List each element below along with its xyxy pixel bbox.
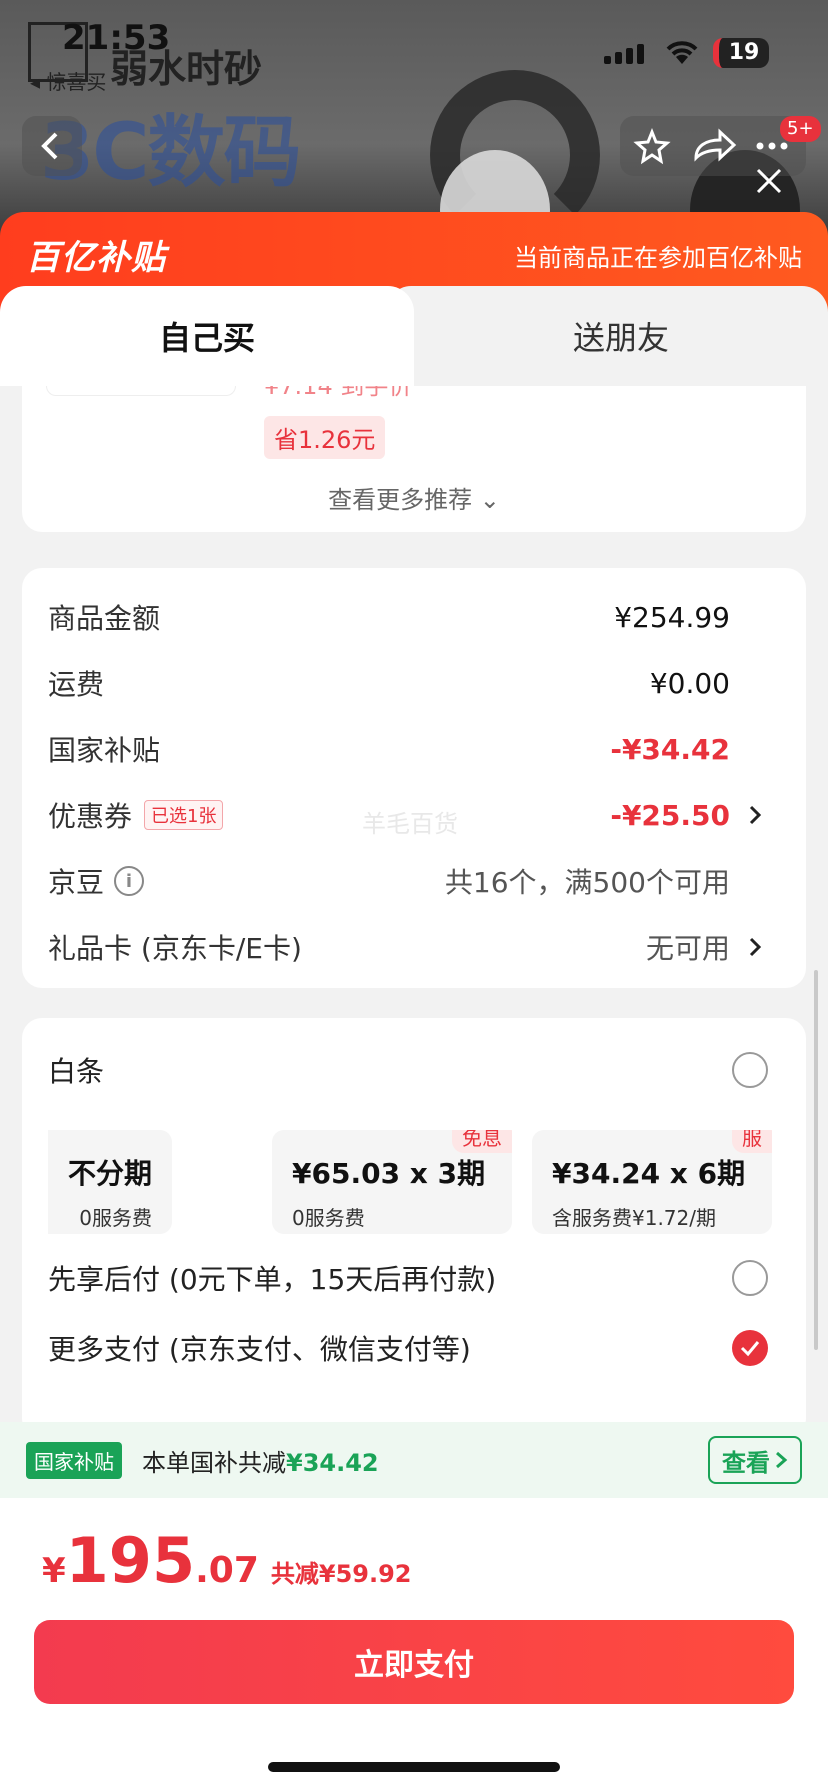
home-indicator (268, 1762, 560, 1772)
store-name: 弱水时砂 (110, 47, 263, 91)
radio-baitiao[interactable] (732, 1052, 768, 1088)
national-subsidy-bar: 国家补贴 本单国补共减¥34.42 查看 (0, 1422, 828, 1498)
installment-title: ¥65.03 x 3期 (292, 1157, 486, 1190)
summary-row-national-subsidy: 国家补贴 -¥34.42 (48, 724, 788, 774)
summary-row-jingdou: 京豆 i 共16个，满500个可用 (48, 856, 788, 906)
wifi-icon (666, 41, 698, 64)
pay-option-label: 白条 (48, 1055, 105, 1088)
summary-row-giftcard[interactable]: 礼品卡 (京东卡/E卡) 无可用 (48, 922, 788, 972)
summary-value: 共16个，满500个可用 (444, 866, 730, 899)
installment-option[interactable]: 免息 ¥65.03 x 3期 0服务费 (272, 1130, 512, 1234)
coupon-selected-tag: 已选1张 (144, 800, 224, 830)
chevron-left-icon (41, 132, 58, 160)
pay-option-label: 更多支付 (京东支付、微信支付等) (48, 1333, 471, 1366)
installment-option[interactable]: 服 ¥34.24 x 6期 含服务费¥1.72/期 (532, 1130, 772, 1234)
national-subsidy-text: 本单国补共减¥34.42 (142, 1443, 379, 1478)
chevron-right-icon (776, 1451, 788, 1469)
pay-option-later[interactable]: 先享后付 (0元下单，15天后再付款) (48, 1250, 788, 1306)
national-subsidy-amount: ¥34.42 (286, 1448, 379, 1477)
summary-value: -¥34.42 (610, 732, 730, 766)
info-icon[interactable]: i (114, 866, 145, 896)
summary-value: ¥254.99 (614, 600, 730, 634)
summary-value: 无可用 (645, 932, 730, 965)
chevron-right-icon (749, 937, 762, 957)
status-bar: 21:53 弱水时砂 ◂ 惊喜买 19 (0, 0, 828, 100)
radio-pay-later[interactable] (732, 1260, 768, 1296)
national-subsidy-tag: 国家补贴 (26, 1441, 122, 1479)
summary-label: 礼品卡 (京东卡/E卡) (48, 932, 302, 965)
tab-buy-self[interactable]: 自己买 (0, 286, 414, 386)
total-decimal: .07 (195, 1550, 259, 1591)
pay-option-more[interactable]: 更多支付 (京东支付、微信支付等) (48, 1320, 788, 1376)
installment-title: ¥34.24 x 6期 (552, 1157, 746, 1190)
summary-value: ¥0.00 (649, 666, 730, 700)
summary-value: -¥25.50 (610, 798, 730, 832)
back-to-app-link[interactable]: ◂ 惊喜买 (30, 66, 106, 95)
more-recommend-link[interactable]: 查看更多推荐 ⌄ (22, 480, 806, 515)
check-icon (740, 1341, 760, 1357)
price-summary-card: 商品金额 ¥254.99 运费 ¥0.00 国家补贴 -¥34.42 优惠券 已… (22, 568, 806, 988)
total-price: ¥ 195 .07 共减¥59.92 (42, 1524, 412, 1597)
installment-scroller[interactable]: 不分期 0服务费 免息 ¥65.03 x 3期 0服务费 服 ¥34.24 x … (48, 1130, 804, 1234)
payment-card: 白条 不分期 0服务费 免息 ¥65.03 x 3期 0服务费 服 ¥34.24… (22, 1018, 806, 1422)
back-button[interactable] (22, 116, 82, 176)
summary-row-shipping: 运费 ¥0.00 (48, 658, 788, 708)
national-subsidy-label: 本单国补共减 (142, 1448, 286, 1477)
view-label: 查看 (722, 1448, 770, 1477)
chevron-right-icon (749, 805, 762, 825)
tab-send-friend-label: 送朋友 (572, 319, 669, 357)
pay-option-baitiao[interactable]: 白条 (48, 1042, 788, 1098)
checkout-content: ¥7.14 到手价 省1.26元 查看更多推荐 ⌄ 商品金额 ¥254.99 运… (0, 386, 828, 1422)
watermark: 羊毛百货 (362, 810, 458, 838)
summary-row-goods: 商品金额 ¥254.99 (48, 592, 788, 642)
installment-badge: 免息 (452, 1130, 512, 1153)
message-badge: 5+ (780, 116, 821, 142)
installment-sub: 含服务费¥1.72/期 (552, 1206, 716, 1230)
summary-label: 运费 (48, 668, 105, 701)
battery-indicator: 19 (713, 38, 769, 68)
installment-option[interactable]: 不分期 0服务费 (48, 1130, 172, 1234)
recommend-price: ¥7.14 到手价 (264, 386, 413, 400)
installment-sub: 0服务费 (292, 1206, 365, 1230)
pay-option-label: 先享后付 (0元下单，15天后再付款) (48, 1263, 497, 1296)
scrollbar[interactable] (814, 970, 818, 1350)
radio-more-pay[interactable] (732, 1330, 768, 1366)
installment-sub: 0服务费 (79, 1206, 152, 1230)
recommend-card: ¥7.14 到手价 省1.26元 查看更多推荐 ⌄ (22, 386, 806, 532)
summary-label: 国家补贴 (48, 734, 161, 767)
pay-now-button[interactable]: 立即支付 (34, 1620, 794, 1704)
close-icon[interactable] (752, 164, 786, 198)
summary-label: 优惠券 (48, 800, 133, 833)
checkout-footer: ¥ 195 .07 共减¥59.92 立即支付 (0, 1498, 828, 1792)
total-discount: 共减¥59.92 (270, 1560, 412, 1588)
national-subsidy-view-button[interactable]: 查看 (708, 1436, 802, 1484)
total-integer: 195 (65, 1524, 196, 1597)
subsidy-note: 当前商品正在参加百亿补贴 (514, 244, 802, 272)
total-currency: ¥ (42, 1551, 66, 1591)
summary-label: 京豆 (48, 866, 105, 899)
installment-badge: 服 (732, 1130, 772, 1153)
signal-icon (604, 44, 644, 64)
subsidy-logo: 百亿补贴 (26, 238, 166, 278)
summary-label: 商品金额 (48, 602, 161, 635)
installment-title: 不分期 (67, 1157, 152, 1190)
recommend-thumb (46, 386, 236, 396)
tab-send-friend[interactable]: 送朋友 (414, 286, 828, 386)
save-tag: 省1.26元 (264, 416, 386, 459)
